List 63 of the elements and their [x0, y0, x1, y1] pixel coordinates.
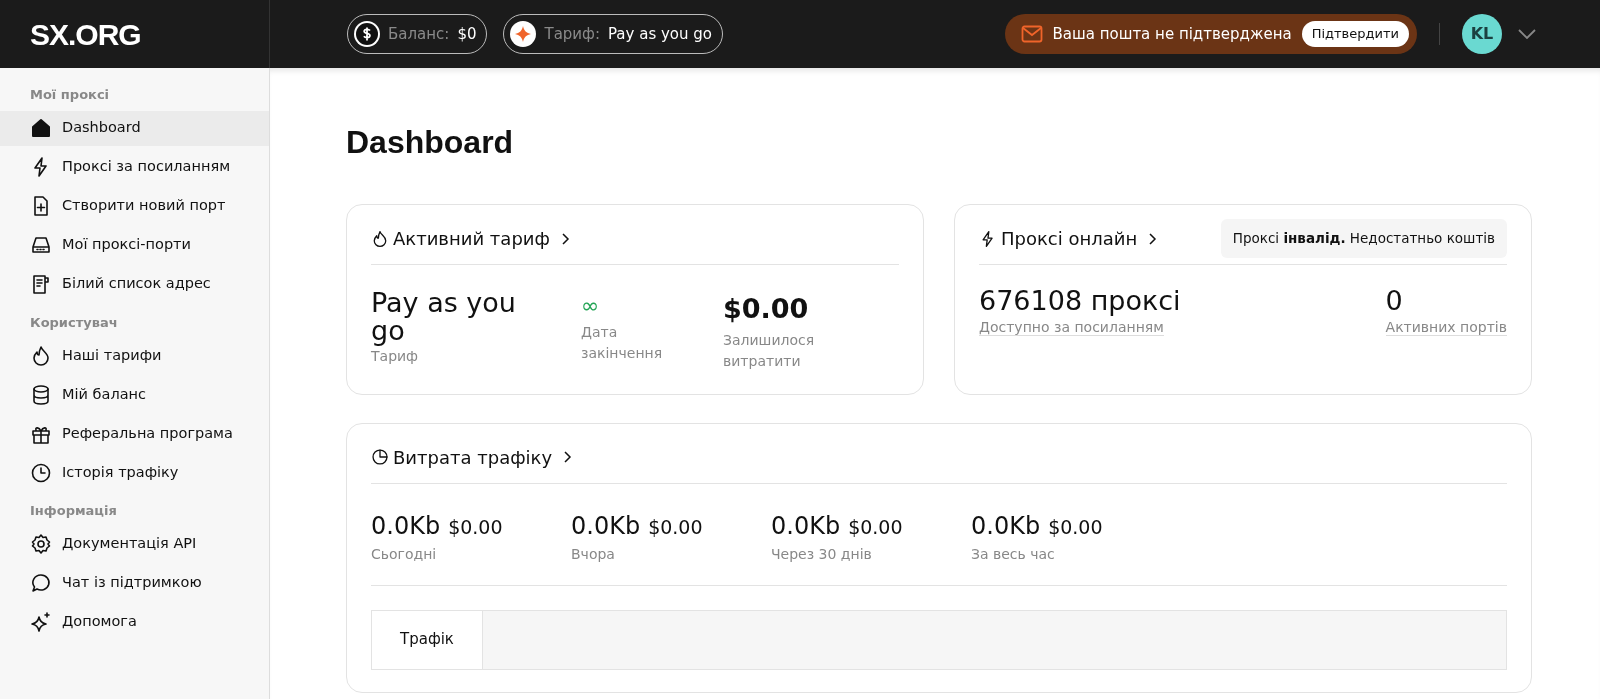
sidebar-item[interactable]: Проксі за посиланням [0, 149, 269, 185]
stat-label: Через 30 днів [771, 544, 873, 564]
stat-label: За весь час [971, 544, 1056, 564]
traffic-cost: $0.00 [1048, 514, 1103, 540]
traffic-amount: 0.0Kb [771, 510, 841, 542]
stat-value: Pay as you go [371, 289, 517, 346]
flame-icon [371, 229, 389, 248]
document-icon [30, 273, 52, 295]
stat-label: Залишилося витратити [723, 330, 816, 371]
sidebar-item[interactable]: Наші тарифи [0, 338, 269, 373]
sparkle-icon [510, 21, 537, 47]
sidebar-item[interactable]: Dashboard [0, 110, 269, 146]
stat-label: Сьогодні [371, 544, 438, 564]
sidebar-item[interactable]: Чат із підтримкою [0, 565, 269, 601]
traffic-cost: $0.00 [648, 514, 703, 540]
traffic-link[interactable]: Витрата трафіку [371, 443, 575, 471]
sidebar-item[interactable]: Мій баланс [0, 377, 269, 412]
clock-icon [30, 461, 52, 484]
stat-value: 0 [1385, 287, 1404, 316]
chevron-down-icon[interactable] [1518, 29, 1536, 39]
confirm-button[interactable]: Підтвердити [1301, 21, 1409, 47]
notice-text: Ваша пошта не підтверджена [1052, 23, 1292, 45]
stat-value: $0.00 [723, 292, 810, 326]
section-heading: Інформація [29, 502, 118, 520]
chevron-right-icon [559, 231, 572, 246]
settings-icon [30, 533, 52, 555]
chat-icon [30, 572, 52, 594]
section-heading: Користувач [29, 313, 119, 332]
sidebar-item[interactable]: Документація API [0, 526, 269, 562]
traffic-amount: 0.0Kb [571, 510, 641, 542]
traffic-amount: 0.0Kb [371, 510, 441, 542]
active-tariff-link[interactable]: Активний тариф [371, 225, 572, 252]
dollar-icon [354, 21, 380, 47]
stat-value: ∞ [581, 292, 601, 320]
traffic-cost: $0.00 [448, 514, 503, 540]
user-avatar[interactable]: KL [1462, 14, 1502, 54]
stat-value: 676108 проксі [979, 287, 1181, 316]
mail-icon [1020, 25, 1043, 43]
sidebar-item[interactable]: Допомога [0, 604, 269, 640]
flame-icon [30, 344, 52, 367]
traffic-tab[interactable]: Трафік [372, 610, 483, 669]
stat-label: Вчора [571, 544, 616, 564]
page-title: Dashboard [346, 123, 515, 162]
sidebar-item[interactable]: Історія трафіку [0, 455, 269, 490]
database-icon [30, 383, 52, 406]
sparkle-icon [30, 611, 52, 633]
proxy-status-note: Проксі інвалід. Недостатньо коштів [1220, 219, 1507, 258]
stat-label: Тариф [371, 346, 420, 366]
section-heading: Мої проксі [29, 86, 111, 104]
stat-label: Доступно за посиланням [979, 319, 1164, 337]
pie-chart-icon [371, 448, 389, 466]
logo[interactable]: SX.ORG [30, 11, 141, 57]
drive-icon [30, 234, 52, 256]
stat-label: Активних портів [1385, 319, 1507, 337]
stat-label: Дата закінчення [581, 323, 664, 363]
sidebar-item[interactable]: Реферальна програма [0, 416, 269, 451]
traffic-cost: $0.00 [848, 514, 903, 540]
sidebar-item[interactable]: Створити новий порт [0, 188, 269, 224]
sidebar-item[interactable]: Білий список адрес [0, 266, 269, 302]
sidebar-item[interactable]: Мої проксі-порти [0, 227, 269, 263]
home-icon [30, 117, 52, 139]
traffic-amount: 0.0Kb [971, 510, 1041, 542]
proxy-online-link[interactable]: Проксі онлайн [979, 225, 1160, 252]
